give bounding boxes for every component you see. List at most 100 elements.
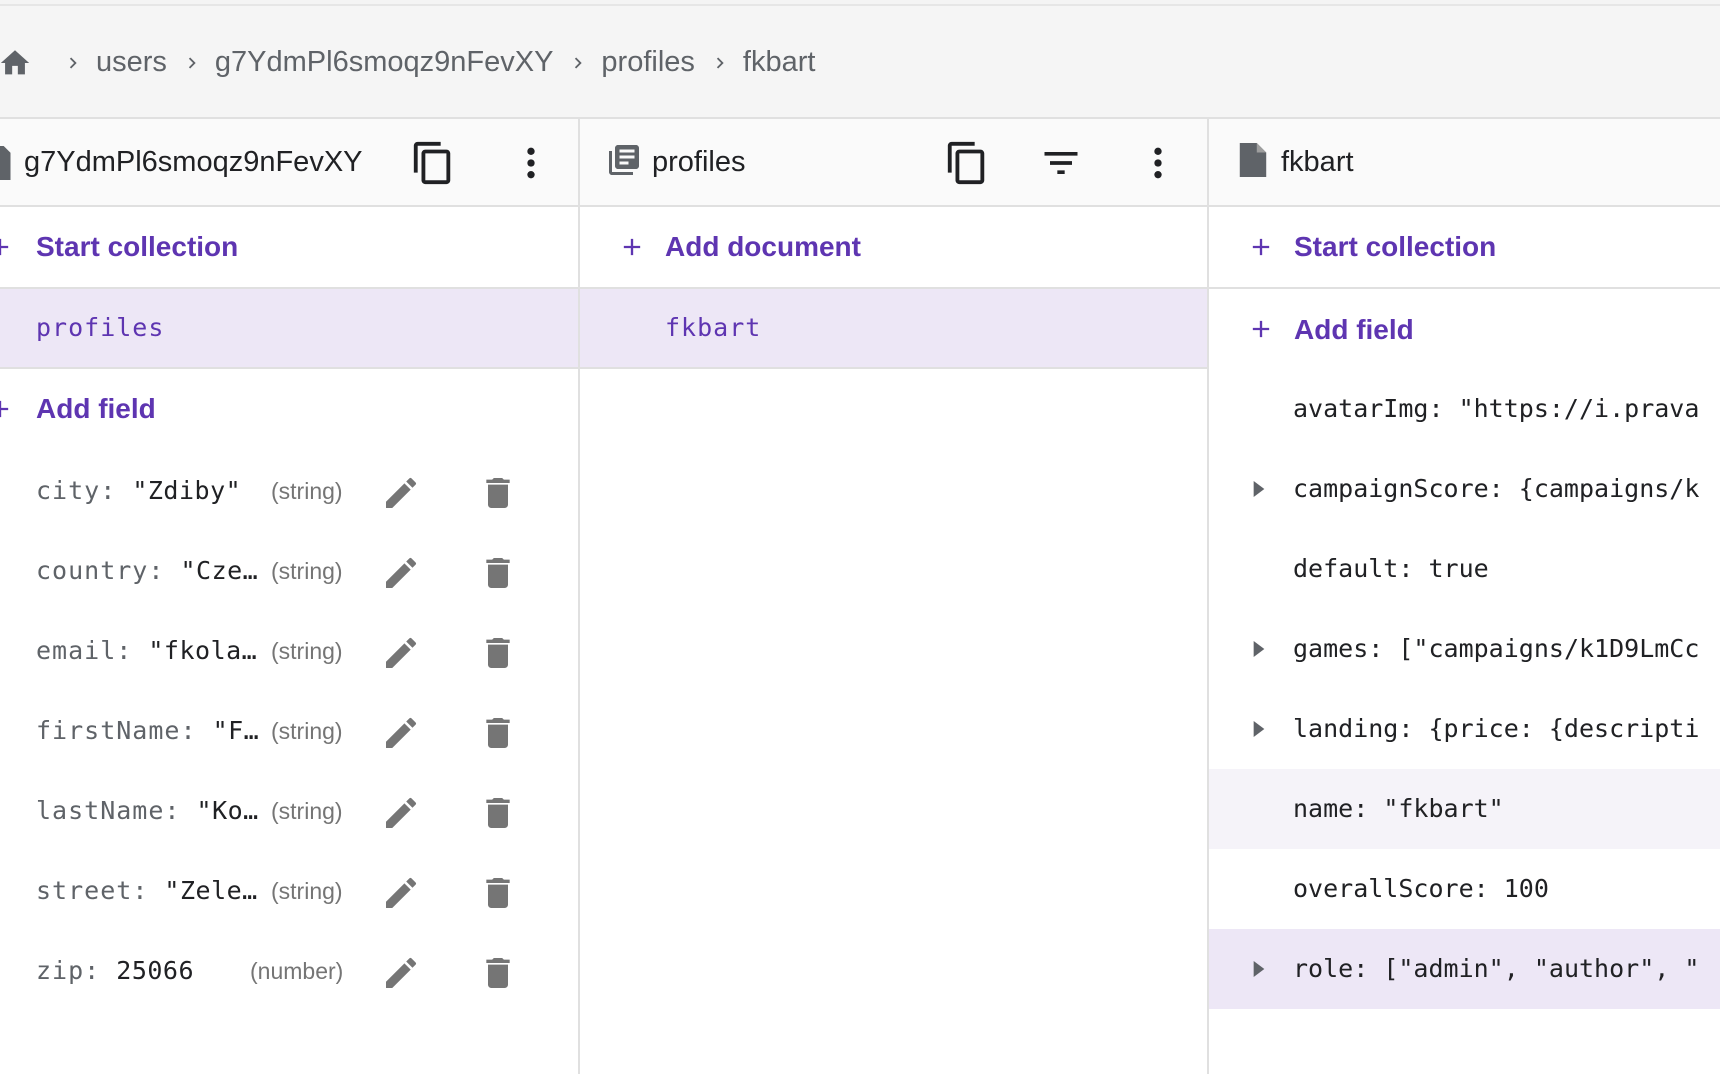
plus-icon [1252,238,1270,256]
document-panel-fkbart: fkbart Start collection Add field avatar… [1209,119,1720,1074]
field-colon: : [1398,554,1429,583]
field-colon: : [1488,474,1519,503]
delete-icon[interactable] [478,713,518,753]
home-icon[interactable] [0,46,32,80]
field-row-overallscore[interactable]: overallScore: 100 [1209,849,1720,929]
field-value: {campaigns/k [1518,474,1700,503]
field-key: avatarImg [1293,394,1429,423]
add-field-label: Add field [1294,314,1414,345]
field-row-default[interactable]: default: true [1209,529,1720,609]
field-row-campaignscore[interactable]: campaignScore: {campaigns/k [1209,449,1720,529]
field-value: "https://i.prava [1458,394,1700,423]
breadcrumb-item-profiles[interactable]: profiles [567,46,709,79]
field-row-games[interactable]: games: ["campaigns/k1D9LmCc [1209,609,1720,689]
field-type: (string) [271,638,343,664]
field-row-landing[interactable]: landing: {price: {descripti [1209,689,1720,769]
collection-name: profiles [36,313,165,342]
field-colon: : [1428,394,1459,423]
field-value: "fkbart" [1383,794,1504,823]
expand-arrow-icon[interactable] [1252,961,1266,977]
field-key: lastName [36,796,165,825]
field-key: campaignScore [1293,474,1489,503]
field-row-country[interactable]: country: "Cze… (string) [0,531,578,611]
document-icon [0,146,11,180]
chevron-right-icon [716,57,724,68]
delete-icon[interactable] [478,553,518,593]
edit-icon[interactable] [381,473,421,513]
field-list: avatarImg: "https://i.prava campaignScor… [1209,369,1720,1009]
edit-icon[interactable] [381,553,421,593]
field-colon: : [132,876,165,905]
field-type: (string) [271,478,343,504]
copy-icon[interactable] [944,140,990,186]
breadcrumb-item-users[interactable]: users [62,46,181,79]
field-type: (string) [271,718,343,744]
add-document-label: Add document [665,231,861,262]
field-key: country [36,556,149,585]
delete-icon[interactable] [478,873,518,913]
field-key: default [1293,554,1399,583]
edit-icon[interactable] [381,713,421,753]
field-colon: : [84,956,117,985]
field-value: "Zdiby" [132,476,242,505]
add-document-button[interactable]: Add document [580,207,1207,289]
breadcrumb-label: users [96,46,167,78]
field-key: city [36,476,101,505]
document-id: fkbart [665,313,762,342]
field-row-name[interactable]: name: "fkbart" [1209,769,1720,849]
add-field-button[interactable]: Add field [1209,289,1720,369]
field-value: {price: {descripti [1428,714,1700,743]
plus-icon [0,238,9,256]
copy-icon[interactable] [410,140,456,186]
expand-arrow-icon[interactable] [1252,481,1266,497]
delete-icon[interactable] [478,793,518,833]
more-vert-icon[interactable] [1138,141,1178,185]
edit-icon[interactable] [381,793,421,833]
field-colon: : [116,636,149,665]
delete-icon[interactable] [478,953,518,993]
field-value: "Cze… [180,556,259,585]
field-colon: : [164,796,197,825]
field-value: 100 [1503,874,1549,903]
field-row-city[interactable]: city: "Zdiby" (string) [0,451,578,531]
start-collection-button[interactable]: Start collection [0,207,578,289]
field-colon: : [180,716,213,745]
field-key: overallScore [1293,874,1474,903]
field-row-avatarimg[interactable]: avatarImg: "https://i.prava [1209,369,1720,449]
field-value: 25066 [116,956,195,985]
breadcrumb-item-user-doc[interactable]: g7YdmPl6smoqz9nFevXY [181,46,568,79]
breadcrumb: users g7YdmPl6smoqz9nFevXY profiles fkba… [0,6,1720,119]
breadcrumb-item-fkbart[interactable]: fkbart [709,46,830,79]
expand-arrow-icon[interactable] [1252,641,1266,657]
more-vert-icon[interactable] [511,141,551,185]
add-field-label: Add field [36,393,156,424]
edit-icon[interactable] [381,873,421,913]
edit-icon[interactable] [381,633,421,673]
start-collection-label: Start collection [1294,231,1497,262]
panel-title: profiles [652,146,746,178]
filter-icon[interactable] [1039,141,1083,185]
collection-item-profiles[interactable]: profiles [0,289,578,369]
field-row-role[interactable]: role: ["admin", "author", " [1209,929,1720,1009]
expand-arrow-icon[interactable] [1252,721,1266,737]
field-row-email[interactable]: email: "fkola… (string) [0,611,578,691]
field-colon: : [1353,794,1384,823]
field-row-firstname[interactable]: firstName: "F… (string) [0,691,578,771]
panel-title: fkbart [1281,146,1354,178]
plus-icon [1252,320,1270,338]
field-row-zip[interactable]: zip: 25066 (number) [0,931,578,1011]
edit-icon[interactable] [381,953,421,993]
field-list: city: "Zdiby" (string) country: "Cze… (s… [0,451,578,1011]
start-collection-button[interactable]: Start collection [1209,207,1720,289]
field-value: ["campaigns/k1D9LmCc [1398,634,1700,663]
document-item-fkbart[interactable]: fkbart [580,289,1207,369]
chevron-right-icon [575,57,583,68]
field-row-lastname[interactable]: lastName: "Ko… (string) [0,771,578,851]
field-key: firstName [36,716,181,745]
field-row-street[interactable]: street: "Zele… (string) [0,851,578,931]
add-field-button[interactable]: Add field [0,369,578,451]
breadcrumb-label: profiles [601,46,695,78]
delete-icon[interactable] [478,633,518,673]
plus-icon [623,238,641,256]
delete-icon[interactable] [478,473,518,513]
